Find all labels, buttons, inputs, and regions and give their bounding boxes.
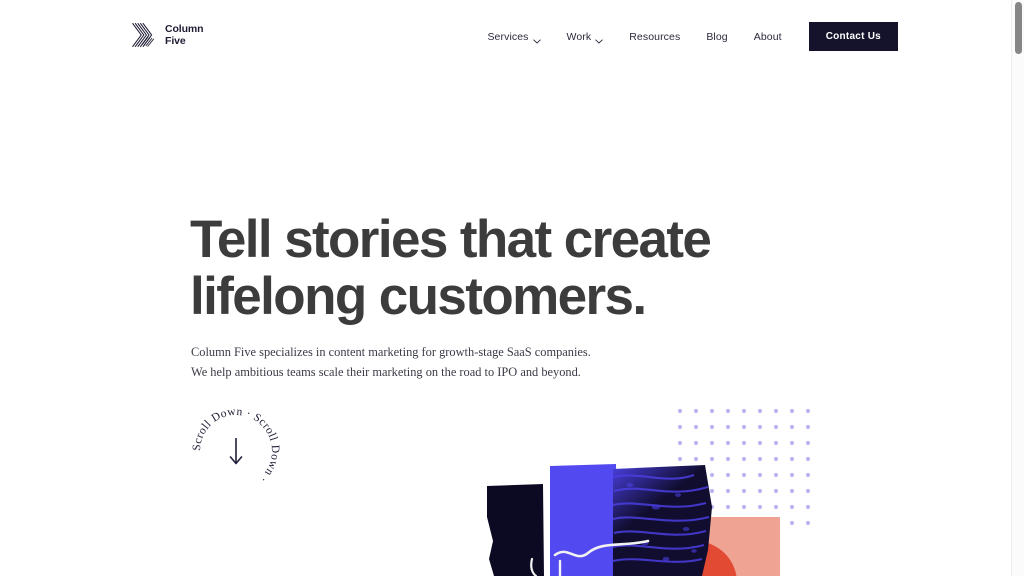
scrollbar-thumb[interactable] — [1015, 2, 1022, 54]
contact-us-button[interactable]: Contact Us — [808, 22, 898, 51]
abstract-collage-artwork-icon — [480, 455, 800, 576]
page-scrollbar[interactable] — [1011, 0, 1024, 576]
chevron-down-icon — [595, 35, 603, 44]
main-navigation: Services Work Resources Blog About Conta… — [474, 22, 898, 51]
nav-item-services[interactable]: Services — [474, 25, 553, 49]
nav-item-about-label: About — [753, 30, 782, 43]
scroll-down-indicator[interactable]: Scroll Down · Scroll Down · — [188, 403, 284, 499]
nav-item-blog-label: Blog — [706, 30, 728, 43]
nav-item-work[interactable]: Work — [554, 25, 617, 49]
chevron-down-icon — [532, 35, 541, 44]
nav-item-blog[interactable]: Blog — [693, 25, 740, 49]
arrow-down-icon — [229, 438, 243, 465]
hero-headline: Tell stories that create lifelong custom… — [190, 210, 712, 326]
nav-item-resources-label: Resources — [629, 30, 681, 43]
hero-subheadline: Column Five specializes in content marke… — [191, 345, 591, 379]
nav-item-services-label: Services — [487, 30, 529, 43]
column-five-chevron-logo-icon — [129, 22, 157, 48]
nav-item-resources[interactable]: Resources — [616, 25, 693, 49]
nav-item-work-label: Work — [566, 30, 592, 43]
nav-item-about[interactable]: About — [741, 25, 795, 49]
brand-name: Column Five — [165, 22, 204, 47]
brand-logo-link[interactable]: Column Five — [129, 22, 204, 48]
page-root: Column Five Services Work Resources Blog… — [0, 0, 1024, 576]
site-header: Column Five Services Work Resources Blog… — [0, 0, 1011, 70]
